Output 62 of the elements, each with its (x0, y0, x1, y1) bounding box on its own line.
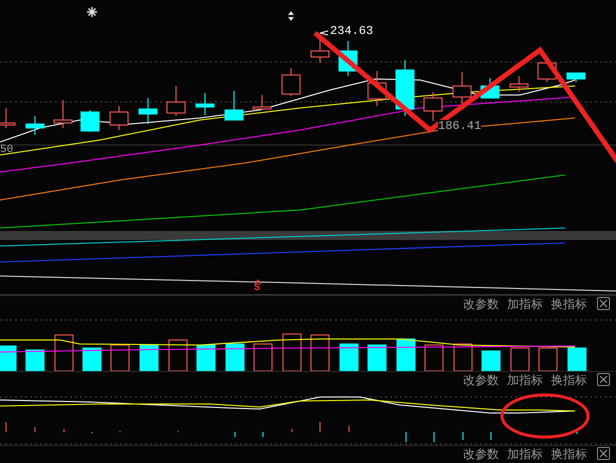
snowflake-icon (87, 7, 97, 17)
price-label: 186.41 (438, 120, 482, 132)
panel-toolbar-button[interactable]: 换指标 (551, 448, 587, 460)
volume-bar (538, 348, 558, 371)
volume-bar (196, 344, 216, 371)
candlestick (282, 68, 300, 96)
candlestick (480, 78, 500, 98)
up-down-arrow-icon (288, 11, 294, 21)
volume-bar (82, 348, 102, 371)
volume-bar (140, 344, 158, 371)
close-icon (599, 449, 608, 458)
volume-bar (54, 334, 74, 371)
candlestick (224, 90, 244, 120)
candlestick (452, 72, 472, 104)
volume-bar (168, 340, 188, 371)
volume-bar (568, 348, 586, 371)
panel-toolbar-button[interactable]: 改参数 (463, 298, 499, 310)
volume-bar (226, 344, 244, 371)
candlestick (252, 94, 272, 110)
close-icon (599, 375, 608, 384)
candlestick (196, 92, 214, 116)
panel-toolbar-button[interactable]: 换指标 (551, 298, 587, 310)
volume-bar (424, 344, 444, 371)
axis-label: 50 (0, 145, 14, 156)
leader-line (320, 30, 328, 36)
volume-bar (310, 334, 330, 371)
panel-toolbar-button[interactable]: 加指标 (507, 448, 543, 460)
candlestick (368, 70, 386, 106)
volume-bar (510, 348, 530, 371)
price-label: 234.63 (330, 25, 374, 37)
close-icon (599, 299, 608, 308)
volume-bar (396, 338, 416, 371)
volume-bar (26, 350, 44, 371)
panel-toolbar-button[interactable]: 加指标 (507, 298, 543, 310)
volume-bar (254, 344, 272, 371)
panel-toolbar-button[interactable]: 换指标 (551, 374, 587, 386)
volume-bar (110, 344, 130, 371)
candlestick (338, 40, 358, 76)
candlestick (138, 98, 158, 124)
signal-marker: S (254, 284, 260, 294)
candlestick (396, 60, 414, 116)
volume-bar (368, 344, 386, 371)
candlestick (80, 110, 100, 132)
candlestick (510, 76, 528, 92)
candlestick (566, 72, 586, 82)
volume-bar (0, 346, 16, 371)
volume-bar (282, 334, 302, 371)
panel-toolbar-button[interactable]: 改参数 (463, 448, 499, 460)
close-button[interactable] (597, 373, 610, 386)
candlestick (424, 92, 442, 122)
volume-bar (340, 344, 358, 371)
candlestick (110, 106, 128, 130)
panel-toolbar-button[interactable]: 改参数 (463, 374, 499, 386)
signal-caret-icon (254, 279, 262, 284)
candlestick (26, 116, 44, 136)
candlestick (166, 86, 186, 116)
candlestick (54, 100, 72, 128)
close-button[interactable] (597, 447, 610, 460)
panel-toolbar-button[interactable]: 加指标 (507, 374, 543, 386)
close-button[interactable] (597, 297, 610, 310)
volume-bar (482, 350, 500, 371)
volume-bar (454, 344, 472, 371)
